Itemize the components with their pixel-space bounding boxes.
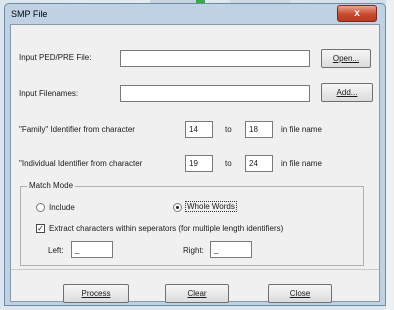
add-button-text: Add... bbox=[336, 88, 358, 97]
ped-file-input[interactable] bbox=[120, 50, 310, 67]
whole-words-radio[interactable] bbox=[173, 203, 182, 212]
match-mode-legend: Match Mode bbox=[27, 181, 76, 190]
clear-button[interactable]: Clear bbox=[165, 284, 229, 303]
family-to-input[interactable]: 18 bbox=[245, 121, 273, 138]
individual-from-input[interactable]: 19 bbox=[185, 155, 213, 172]
background-edge bbox=[386, 0, 394, 310]
extract-checkbox[interactable]: ✓ bbox=[36, 224, 45, 233]
checkbox-icon: ✓ bbox=[37, 224, 44, 233]
individual-suffix-label: in file name bbox=[281, 159, 322, 168]
close-window-button[interactable]: x bbox=[337, 5, 377, 22]
footer-separator bbox=[11, 269, 379, 270]
dialog-client-area: Input PED/PRE File: Open... Input Filena… bbox=[10, 24, 380, 303]
add-button[interactable]: Add... bbox=[321, 83, 373, 102]
window-title: SMP File bbox=[11, 9, 48, 19]
smp-file-dialog: SMP File x Input PED/PRE File: Open... I… bbox=[4, 3, 386, 306]
close-button[interactable]: Close bbox=[268, 284, 332, 303]
filenames-input[interactable] bbox=[120, 85, 310, 102]
include-radio[interactable] bbox=[36, 203, 45, 212]
extract-checkbox-label[interactable]: Extract characters within seperators (fo… bbox=[49, 224, 283, 233]
individual-to-label: to bbox=[225, 159, 232, 168]
left-separator-label: Left: bbox=[48, 246, 64, 255]
individual-identifier-label: "Individual Identifier from character bbox=[19, 159, 143, 168]
family-identifier-label: "Family" Identifier from character bbox=[19, 125, 135, 134]
individual-to-input[interactable]: 24 bbox=[245, 155, 273, 172]
family-suffix-label: in file name bbox=[281, 125, 322, 134]
open-button-text: Open... bbox=[332, 54, 360, 63]
title-bar[interactable]: SMP File x bbox=[5, 4, 385, 26]
process-button-text: Process bbox=[81, 289, 111, 298]
close-button-text: Close bbox=[289, 289, 311, 298]
close-icon: x bbox=[354, 8, 360, 19]
ped-file-label: Input PED/PRE File: bbox=[19, 53, 92, 62]
process-button[interactable]: Process bbox=[63, 284, 129, 303]
left-separator-input[interactable]: _ bbox=[71, 241, 113, 258]
right-separator-input[interactable]: _ bbox=[210, 241, 252, 258]
right-separator-label: Right: bbox=[183, 246, 204, 255]
whole-words-radio-label[interactable]: Whole Words bbox=[185, 201, 237, 212]
clear-button-text: Clear bbox=[187, 289, 207, 298]
include-radio-label[interactable]: Include bbox=[49, 203, 75, 212]
filenames-label: Input Filenames: bbox=[19, 89, 79, 98]
family-to-label: to bbox=[225, 125, 232, 134]
open-button[interactable]: Open... bbox=[321, 49, 371, 68]
family-from-input[interactable]: 14 bbox=[185, 121, 213, 138]
